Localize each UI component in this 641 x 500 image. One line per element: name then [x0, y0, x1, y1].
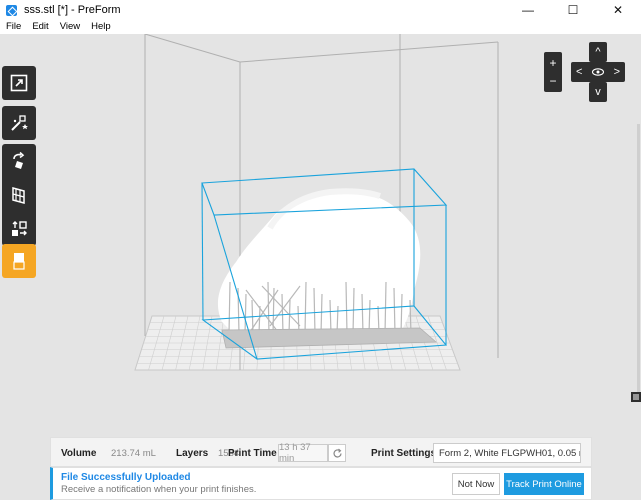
- toolbar-job-group: [2, 244, 36, 278]
- maximize-button[interactable]: ☐: [550, 0, 596, 20]
- fit-view-button[interactable]: [2, 66, 36, 100]
- menu-bar: File Edit View Help: [0, 20, 641, 33]
- menu-file[interactable]: File: [6, 21, 21, 32]
- window-title: sss.stl [*] - PreForm: [24, 4, 121, 16]
- notification-title: File Successfully Uploaded: [61, 472, 191, 483]
- pan-down-button[interactable]: v: [589, 82, 607, 102]
- pan-left-button[interactable]: <: [576, 66, 582, 78]
- print-scene: [134, 34, 499, 371]
- print-time-label: Print Time: [228, 448, 277, 459]
- title-bar: sss.stl [*] - PreForm — ☐ ✕: [0, 0, 641, 20]
- orientation-icon: [12, 187, 25, 204]
- rotate-icon: [13, 151, 25, 169]
- zoom-control: + −: [544, 52, 562, 92]
- one-click-print-button[interactable]: [2, 106, 36, 140]
- menu-view[interactable]: View: [60, 21, 80, 32]
- toolbar-edit-group: [2, 144, 36, 246]
- pan-up-button[interactable]: ^: [589, 42, 607, 62]
- print-info-panel: Volume 213.74 mL Layers 1584 Print Time …: [50, 437, 592, 467]
- minimize-button[interactable]: —: [505, 0, 551, 20]
- zoom-out-button[interactable]: −: [549, 72, 556, 90]
- menu-help[interactable]: Help: [91, 21, 111, 32]
- track-print-online-button[interactable]: Track Print Online: [504, 473, 584, 495]
- viewport-scroll-track[interactable]: [637, 124, 640, 394]
- print-settings-label: Print Settings: [371, 448, 437, 459]
- print-time-field: 13 h 37 min: [278, 442, 328, 464]
- supports-button[interactable]: [2, 178, 36, 212]
- close-button[interactable]: ✕: [595, 0, 641, 20]
- print-job-button[interactable]: [2, 244, 36, 278]
- rotate-view-control: < >: [571, 62, 625, 82]
- refresh-estimate-button[interactable]: [328, 444, 346, 462]
- refresh-icon: [332, 448, 342, 457]
- print-settings-field[interactable]: Form 2, White FLGPWH01, 0.05 mm: [433, 443, 581, 463]
- menu-lines-icon: [633, 394, 639, 400]
- layers-label: Layers: [176, 448, 209, 459]
- menu-edit[interactable]: Edit: [32, 21, 48, 32]
- printer-job-icon: [13, 253, 25, 270]
- orientation-button[interactable]: [2, 144, 36, 178]
- layout-icon: [12, 221, 27, 236]
- eye-rotate-icon[interactable]: [591, 67, 605, 77]
- toolbar-auto-group: [2, 106, 36, 140]
- scroll-handle[interactable]: [631, 392, 641, 402]
- preform-app-icon: [6, 4, 17, 16]
- layout-button[interactable]: [2, 212, 36, 246]
- magic-wand-icon: [11, 115, 28, 131]
- notification-body: Receive a notification when your print f…: [61, 484, 257, 495]
- upload-notification: File Successfully Uploaded Receive a not…: [50, 467, 592, 500]
- toolbar-view-group: [2, 66, 36, 100]
- not-now-button[interactable]: Not Now: [452, 473, 500, 495]
- pan-right-button[interactable]: >: [614, 66, 620, 78]
- volume-value: 213.74 mL: [111, 448, 156, 459]
- fit-view-icon: [10, 74, 28, 92]
- camera-nav-control: + − ^ < > v: [544, 42, 630, 102]
- zoom-in-button[interactable]: +: [549, 54, 556, 72]
- volume-label: Volume: [61, 448, 97, 459]
- 3d-viewport[interactable]: + − ^ < > v: [0, 34, 641, 500]
